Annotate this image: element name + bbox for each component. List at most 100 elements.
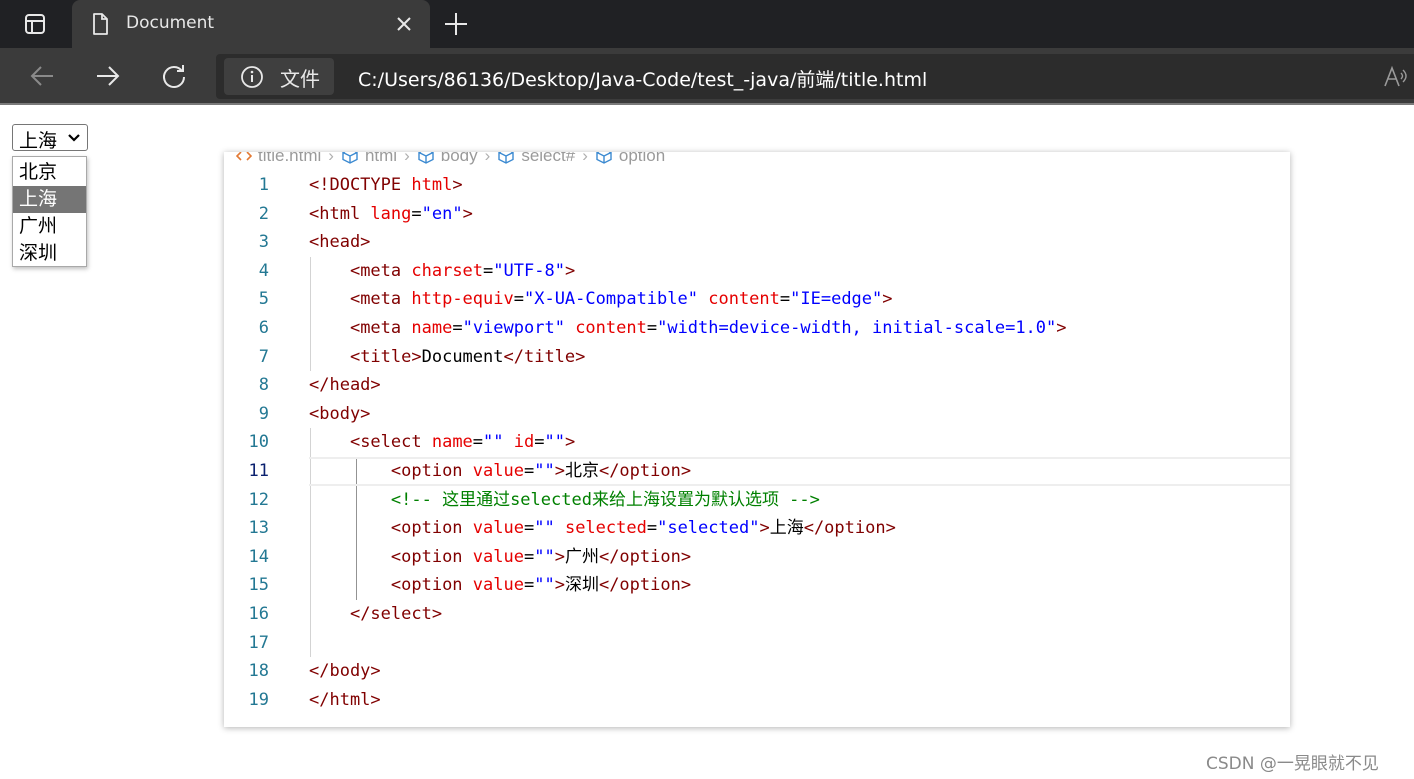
code-line: 15 <option value="">深圳</option> [224, 571, 1290, 600]
browser-tab[interactable]: Document [72, 0, 430, 48]
forward-icon[interactable] [94, 62, 122, 90]
code-token: > [565, 432, 576, 453]
line-number: 18 [248, 661, 269, 682]
code-token: charset [411, 260, 484, 281]
line-number: 19 [248, 689, 269, 710]
code-token: <option [390, 460, 473, 481]
code-token: "X-UA-Compatible" [523, 289, 698, 310]
select-dropdown: 北京 上海 广州 深圳 [12, 156, 87, 267]
indent-guide [310, 456, 311, 486]
code-token: </head> [309, 375, 381, 396]
dropdown-option-selected[interactable]: 上海 [13, 186, 86, 213]
line-number: 11 [248, 460, 269, 481]
dropdown-option[interactable]: 广州 [13, 213, 86, 240]
code-text: </head> [309, 371, 381, 400]
code-token: = [646, 518, 658, 539]
breadcrumb-item[interactable]: option [595, 152, 665, 166]
back-icon[interactable] [28, 62, 56, 90]
breadcrumb-separator: › [484, 152, 491, 165]
code-token: = [523, 518, 535, 539]
new-tab-icon[interactable] [442, 10, 470, 38]
code-area: 1 <!DOCTYPE html> 2 <html lang="en"> 3 <head>… [224, 171, 1290, 714]
code-token: = [523, 546, 535, 567]
site-info-button[interactable]: 文件 [224, 58, 334, 95]
code-editor-screenshot: title.html › html › body › select# › opt… [224, 152, 1290, 727]
code-text: <meta name="viewport" content="width=dev… [309, 314, 1067, 343]
tab-actions-icon [25, 14, 45, 34]
code-line: 3 <head> [224, 228, 1290, 257]
code-token: "" [534, 575, 555, 596]
code-token: "" [534, 518, 555, 539]
code-token: > [882, 289, 893, 310]
breadcrumb-separator: › [582, 152, 588, 165]
breadcrumb-item[interactable]: select# [497, 152, 575, 166]
code-token: > [554, 460, 565, 481]
code-line: 11 <option value="">北京</option> [224, 456, 1290, 486]
breadcrumb-item[interactable]: html [341, 152, 397, 166]
line-number: 13 [248, 518, 269, 539]
dropdown-option[interactable]: 北京 [13, 159, 86, 186]
reload-icon[interactable] [160, 62, 188, 90]
code-token: > [462, 203, 473, 224]
line-number: 16 [248, 603, 269, 624]
code-text: </body> [309, 657, 381, 686]
cube-icon [498, 152, 515, 164]
code-text: </html> [309, 686, 381, 715]
code-token: value [472, 460, 524, 481]
code-token: <head> [309, 232, 371, 253]
code-token: = [452, 317, 463, 338]
code-token: selected [564, 518, 647, 539]
line-number: 4 [258, 260, 269, 281]
code-token: content [575, 317, 647, 338]
code-token: > [554, 575, 565, 596]
close-icon[interactable] [392, 12, 416, 36]
code-token: > [759, 518, 770, 539]
code-token: 广州 [564, 546, 599, 567]
code-text: <title>Document</title> [309, 343, 585, 372]
code-token: > [554, 546, 565, 567]
tab-actions-button[interactable] [0, 0, 70, 48]
address-bar[interactable]: 文件 C:/Users/86136/Desktop/Java-Code/test… [216, 54, 1414, 99]
breadcrumb-item[interactable]: title.html [236, 152, 321, 166]
url-text[interactable]: C:/Users/86136/Desktop/Java-Code/test_-j… [358, 65, 927, 92]
code-token: <select [349, 432, 432, 453]
code-token: > [452, 175, 463, 195]
select-value: 上海 [19, 130, 58, 152]
code-text: <body> [309, 400, 370, 429]
code-token: = [513, 289, 524, 310]
code-token: Document [421, 346, 504, 367]
breadcrumb-separator: › [404, 152, 410, 165]
code-token: "IE=edge" [790, 289, 883, 310]
chevron-down-icon [68, 134, 80, 142]
code-text: <!-- 这里通过selected来给上海设置为默认选项 --> [309, 486, 820, 515]
code-line: 16 </select> [224, 599, 1290, 629]
code-token: > [564, 260, 576, 281]
code-text: <html lang="en"> [309, 200, 473, 229]
dropdown-option[interactable]: 深圳 [13, 240, 86, 267]
code-line: 12 <!-- 这里通过selected来给上海设置为默认选项 --> [224, 485, 1290, 515]
code-token: <meta [349, 317, 412, 338]
breadcrumb-item[interactable]: body [417, 152, 478, 166]
code-token: "UTF-8" [493, 260, 565, 281]
code-token: "selected" [657, 518, 760, 539]
code-token: = [472, 432, 484, 453]
code-token: lang [370, 203, 412, 224]
line-number: 8 [258, 375, 269, 396]
code-token: <option [390, 575, 473, 596]
code-token: <title> [349, 346, 422, 367]
code-token: = [779, 289, 791, 310]
page-icon [93, 13, 108, 35]
city-select[interactable]: 上海 [12, 124, 88, 152]
read-aloud-icon[interactable] [1382, 64, 1408, 90]
code-line: 7 <title>Document</title> [224, 342, 1290, 372]
line-number: 2 [258, 203, 269, 224]
breadcrumb: title.html › html › body › select# › opt… [236, 152, 665, 166]
code-token: "" [544, 432, 565, 453]
code-text: <meta charset="UTF-8"> [309, 257, 575, 286]
line-number: 3 [258, 232, 269, 253]
code-token: 上海 [769, 518, 804, 539]
line-number: 14 [248, 546, 269, 567]
code-token: <meta [349, 260, 412, 281]
code-token: = [411, 203, 422, 224]
